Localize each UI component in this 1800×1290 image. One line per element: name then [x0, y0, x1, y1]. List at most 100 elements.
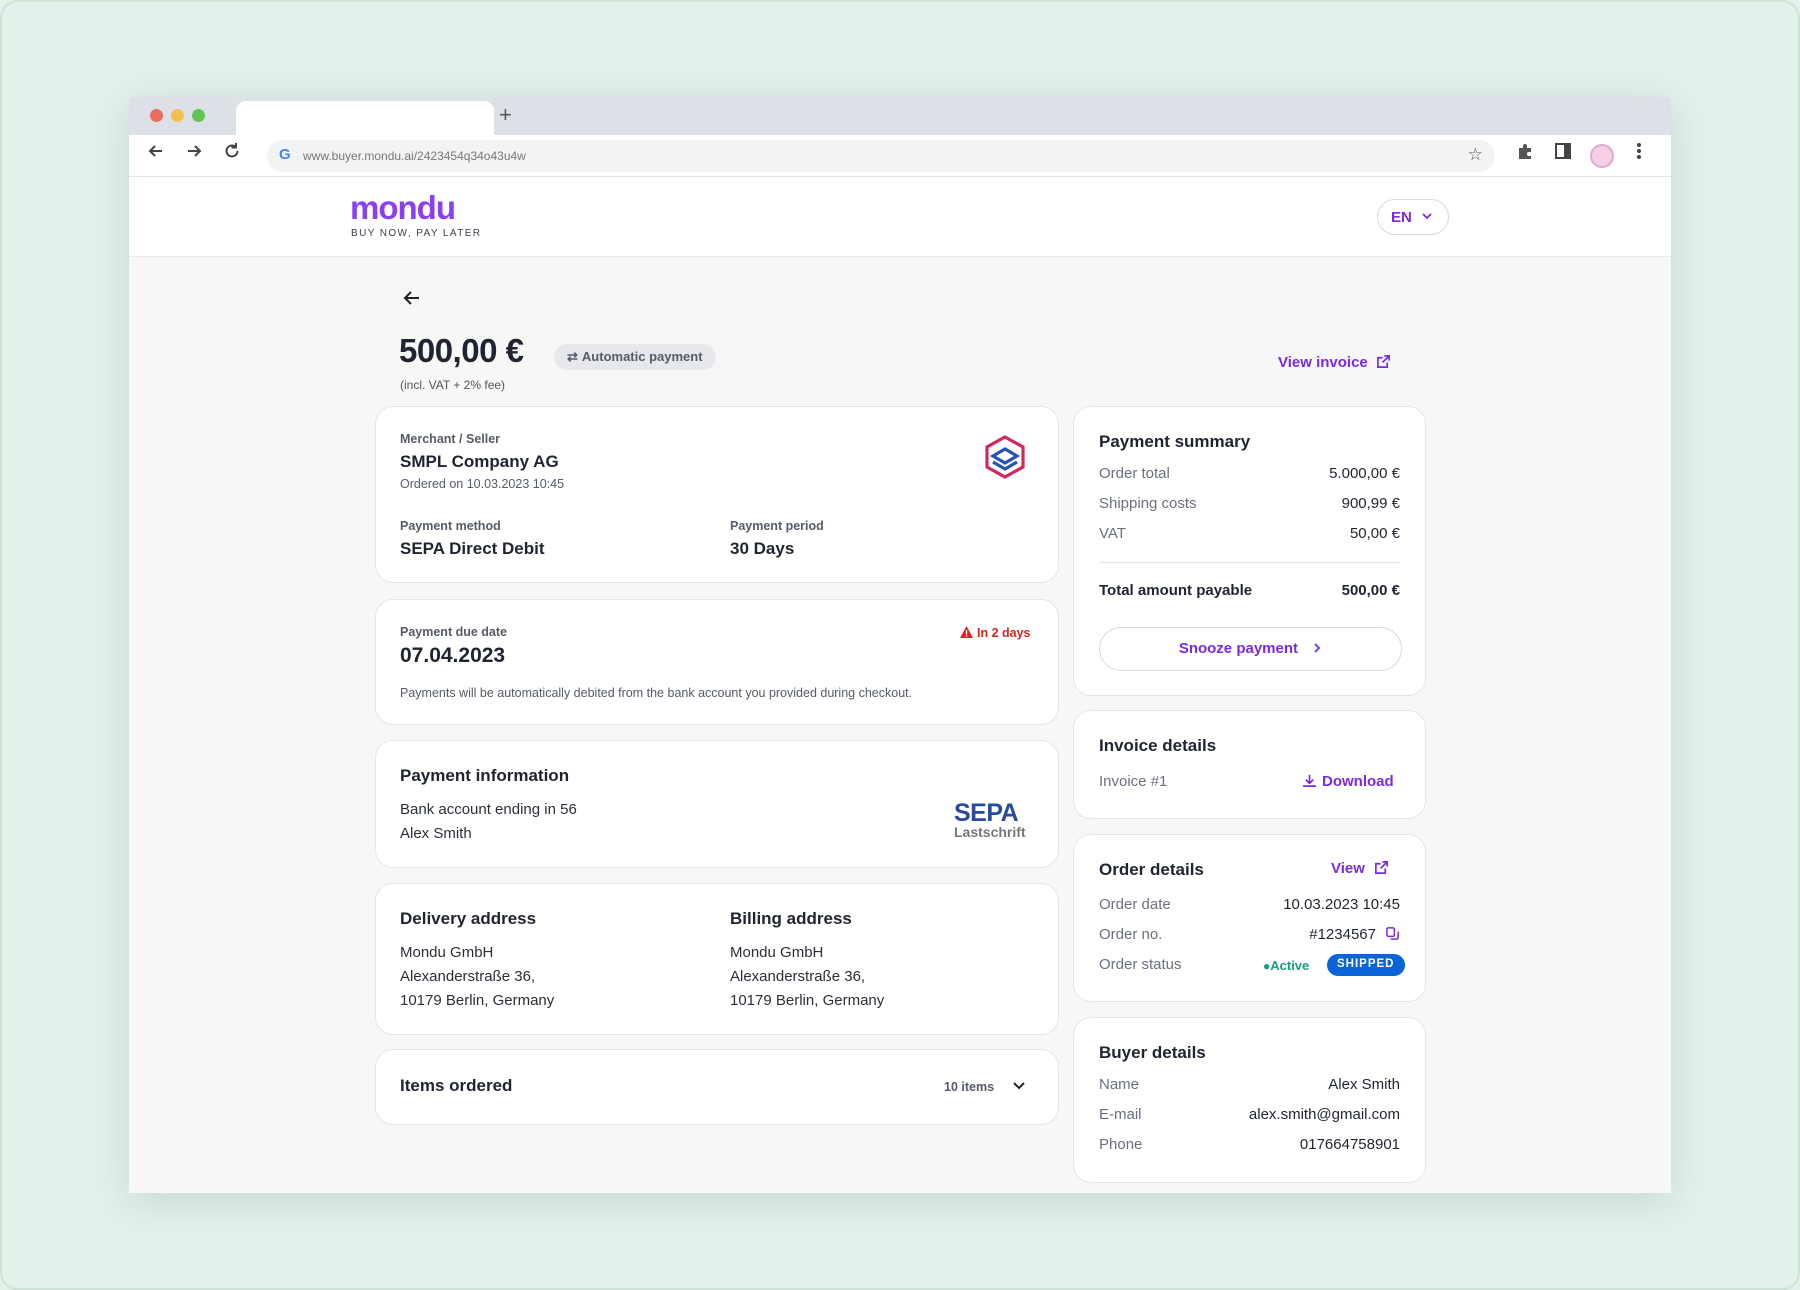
close-window-dot[interactable] [150, 109, 163, 122]
payment-period-label: Payment period [730, 519, 824, 533]
payment-method-label: Payment method [400, 519, 501, 533]
payment-amount: 500,00 € [399, 332, 524, 369]
copy-icon[interactable] [1385, 926, 1400, 946]
back-nav-icon[interactable] [146, 141, 166, 167]
merchant-name: SMPL Company AG [400, 452, 559, 471]
status-shipped-badge: SHIPPED [1327, 954, 1405, 976]
summary-row-label: Order total [1099, 465, 1170, 482]
order-date-label: Order date [1099, 896, 1171, 913]
external-link-icon [1375, 861, 1389, 874]
status-active-text: Active [1270, 958, 1310, 973]
browser-tab[interactable] [236, 101, 494, 135]
summary-row-label: Shipping costs [1099, 495, 1197, 512]
fee-note: (incl. VAT + 2% fee) [400, 378, 506, 392]
account-holder: Alex Smith [400, 825, 472, 842]
view-order-link[interactable]: View [1331, 860, 1389, 877]
invoice-details-title: Invoice details [1099, 736, 1217, 755]
forward-nav-icon[interactable] [184, 141, 204, 167]
payment-period-value: 30 Days [730, 539, 795, 558]
address-bar[interactable]: G www.buyer.mondu.ai/2423454q34o43u4w ☆ [267, 140, 1495, 172]
due-warning-text: In 2 days [977, 626, 1031, 640]
address-url[interactable]: www.buyer.mondu.ai/2423454q34o43u4w [303, 149, 526, 163]
minimize-window-dot[interactable] [171, 109, 184, 122]
site-header: mondu BUY NOW, PAY LATER EN [129, 177, 1671, 257]
automatic-payment-pill: ⇄ Automatic payment [554, 344, 716, 370]
merchant-card: Merchant / Seller SMPL Company AG Ordere… [375, 406, 1059, 583]
billing-line: 10179 Berlin, Germany [730, 992, 885, 1009]
due-warning: In 2 days [959, 625, 1031, 640]
invoice-number: Invoice #1 [1099, 773, 1168, 790]
chevron-right-icon [1314, 643, 1321, 653]
order-status-label: Order status [1099, 956, 1182, 973]
google-icon: G [279, 146, 291, 163]
order-no-value: #1234567 [1309, 926, 1376, 943]
payment-method-value: SEPA Direct Debit [400, 539, 545, 558]
warning-triangle-icon [960, 626, 973, 638]
mondu-logo[interactable]: mondu [350, 189, 456, 227]
external-link-icon [1376, 355, 1390, 368]
payment-info-title: Payment information [400, 766, 570, 785]
total-payable-value: 500,00 € [1341, 582, 1400, 599]
ordered-on: Ordered on 10.03.2023 10:45 [400, 477, 565, 491]
order-details-title: Order details [1099, 860, 1204, 879]
buyer-row-value: alex.smith@gmail.com [1248, 1106, 1400, 1123]
sepa-lastschrift-text: Lastschrift [954, 824, 1026, 840]
due-date-label: Payment due date [400, 625, 507, 639]
repeat-icon: ⇄ [567, 349, 578, 364]
browser-titlebar: + [129, 97, 1671, 135]
chevron-down-icon[interactable] [1011, 1078, 1027, 1099]
summary-row-value: 5.000,00 € [1329, 465, 1400, 482]
summary-divider [1099, 562, 1400, 563]
buyer-row-value: 017664758901 [1299, 1136, 1400, 1153]
buyer-row-label: E-mail [1099, 1106, 1142, 1123]
summary-row-value: 50,00 € [1349, 525, 1400, 542]
back-arrow-icon[interactable] [401, 287, 423, 316]
view-invoice-label: View invoice [1278, 354, 1368, 371]
order-no-label: Order no. [1099, 926, 1163, 943]
maximize-window-dot[interactable] [192, 109, 205, 122]
sepa-logo: SEPA Lastschrift [954, 799, 1036, 840]
items-count: 10 items [944, 1080, 995, 1094]
browser-window: + G www.buyer.mondu.ai/2423454q34o43u4w … [129, 97, 1671, 1193]
due-date-card: Payment due date 07.04.2023 In 2 days Pa… [375, 599, 1059, 725]
delivery-line: Alexanderstraße 36, [400, 968, 536, 985]
sepa-logo-text: SEPA [954, 799, 1019, 827]
summary-row-value: 900,99 € [1341, 495, 1400, 512]
summary-row-label: VAT [1099, 525, 1126, 542]
chevron-down-icon [1422, 213, 1432, 220]
language-value: EN [1391, 209, 1412, 226]
total-payable-label: Total amount payable [1099, 582, 1253, 599]
due-date-value: 07.04.2023 [400, 644, 506, 667]
buyer-row-value: Alex Smith [1328, 1076, 1400, 1093]
status-active-badge: ●Active [1263, 958, 1309, 973]
language-selector[interactable]: EN [1377, 199, 1449, 235]
items-ordered-card[interactable]: Items ordered 10 items [375, 1049, 1059, 1125]
billing-line: Mondu GmbH [730, 944, 824, 961]
payment-info-card: Payment information Bank account ending … [375, 740, 1059, 868]
invoice-details-card: Invoice details Invoice #1 Download [1073, 710, 1426, 819]
order-date-value: 10.03.2023 10:45 [1283, 896, 1400, 913]
snooze-payment-label: Snooze payment [1178, 640, 1298, 657]
reload-icon[interactable] [222, 141, 242, 167]
buyer-details-title: Buyer details [1099, 1043, 1206, 1062]
order-details-card: Order details View Order date 10.03.2023… [1073, 834, 1426, 1002]
download-invoice-button[interactable]: Download [1302, 773, 1394, 790]
browser-menu-icon[interactable] [1635, 141, 1643, 167]
merchant-logo-icon [984, 435, 1026, 484]
delivery-line: 10179 Berlin, Germany [400, 992, 555, 1009]
bookmark-star-icon[interactable]: ☆ [1468, 145, 1483, 165]
merchant-label: Merchant / Seller [400, 432, 501, 446]
logo-tagline: BUY NOW, PAY LATER [351, 228, 482, 239]
sidepanel-icon[interactable] [1553, 141, 1573, 167]
buyer-row-label: Phone [1099, 1136, 1143, 1153]
payment-summary-title: Payment summary [1099, 432, 1251, 451]
automatic-payment-label: Automatic payment [581, 349, 703, 364]
profile-avatar[interactable] [1590, 144, 1614, 168]
extensions-puzzle-icon[interactable] [1516, 141, 1536, 167]
download-icon [1303, 774, 1316, 787]
view-order-label: View [1331, 860, 1365, 877]
new-tab-icon[interactable]: + [499, 102, 512, 128]
snooze-payment-button[interactable]: Snooze payment [1099, 627, 1402, 671]
view-invoice-link[interactable]: View invoice [1278, 354, 1391, 371]
download-label: Download [1322, 773, 1394, 790]
